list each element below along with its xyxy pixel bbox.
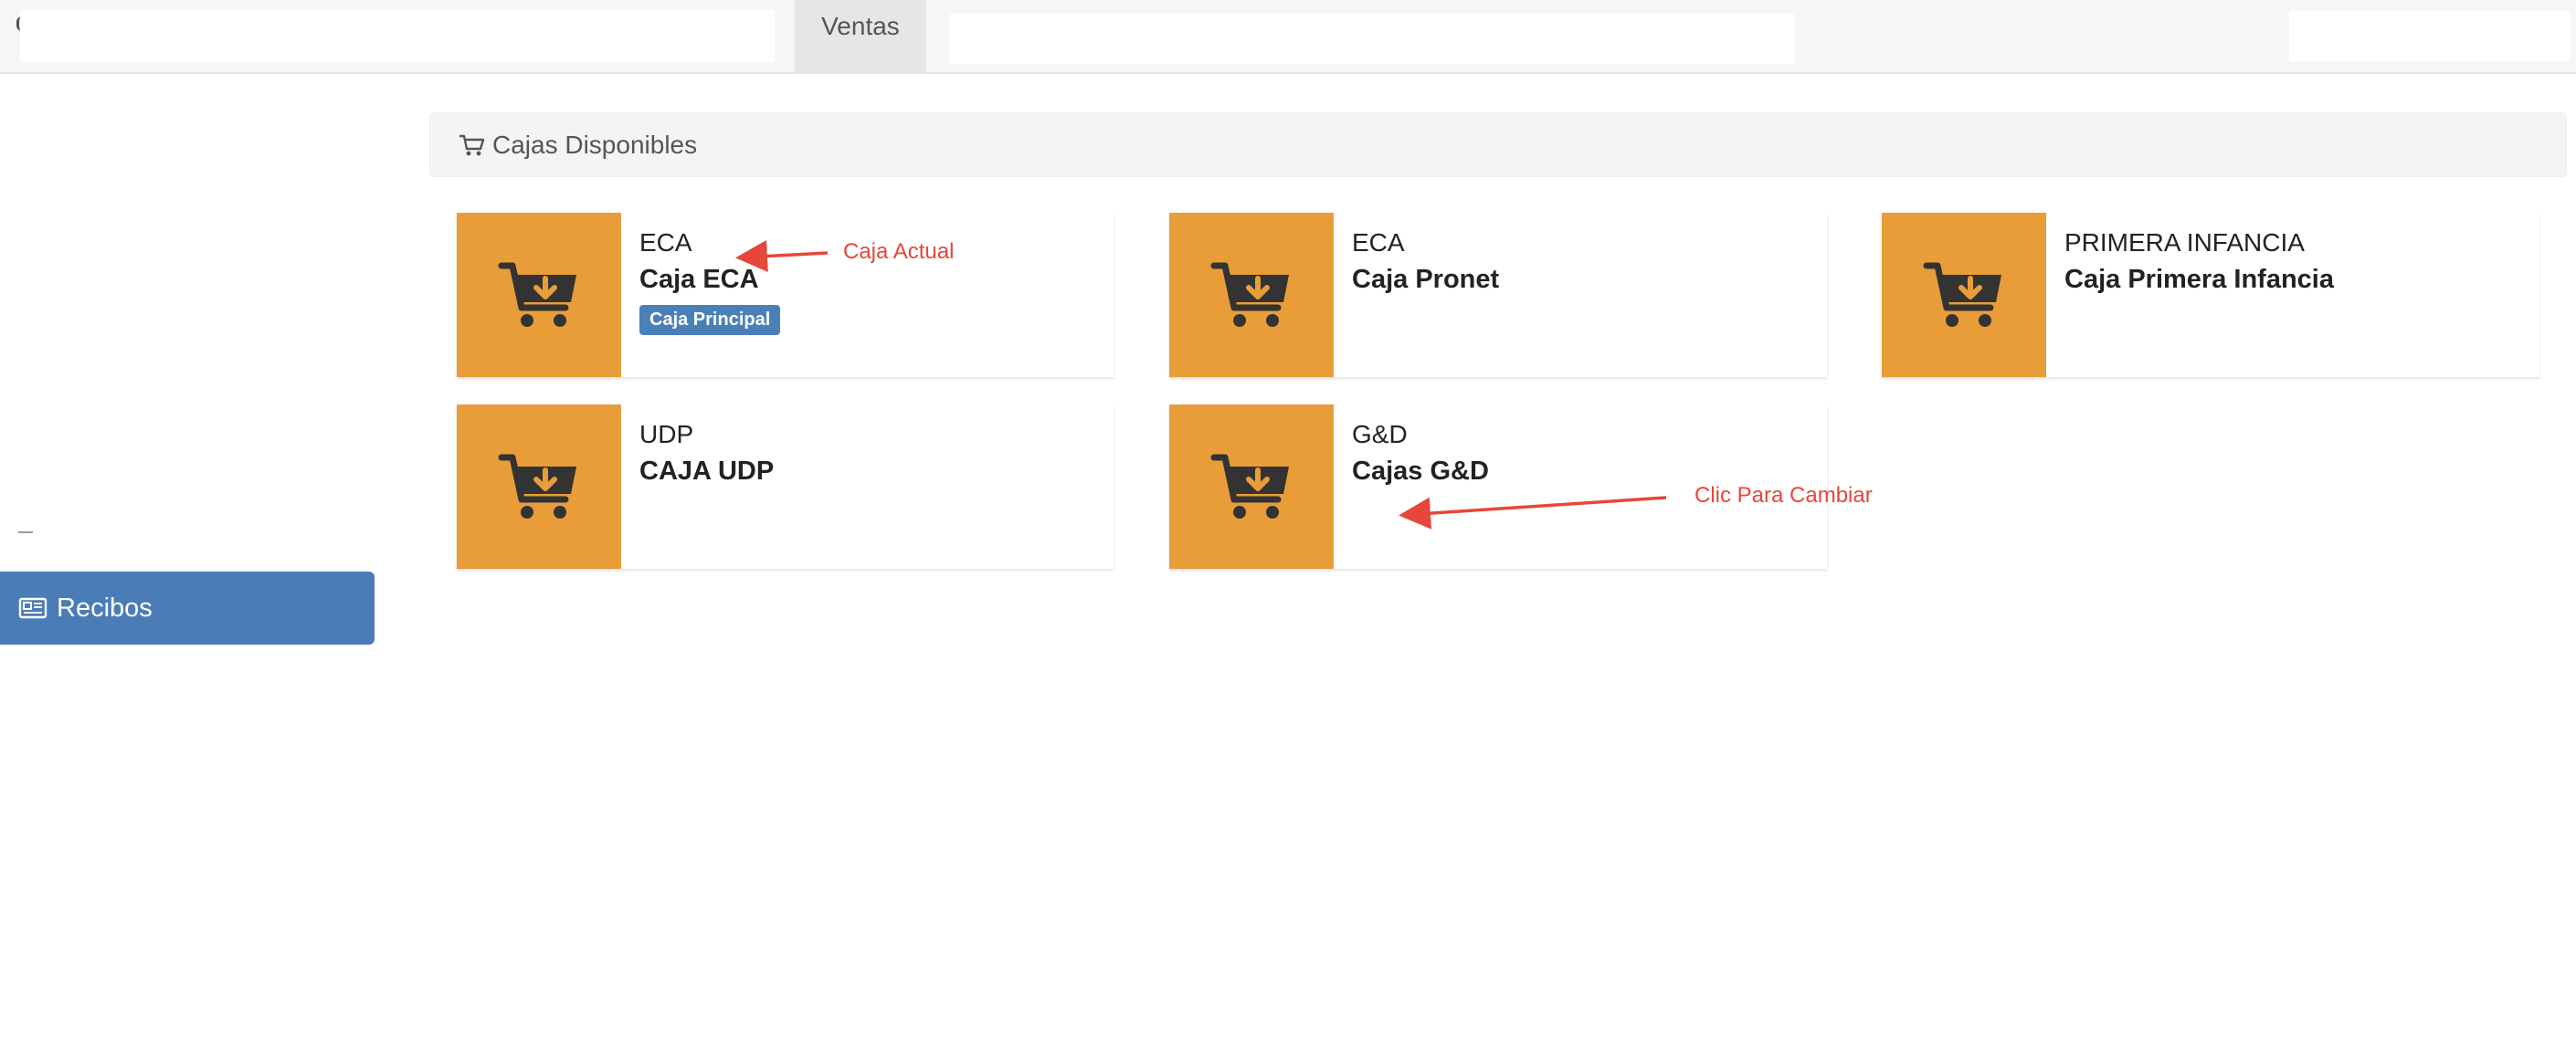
top-navbar: Ventas [0,0,2576,74]
box-name: Caja Primera Infancia [2064,264,2334,294]
box-name: CAJA UDP [639,456,775,486]
cart-download-icon [457,213,621,377]
box-name: Caja ECA [639,264,759,294]
sidebar-divider [18,531,33,533]
receipt-icon [18,597,48,619]
status-badge: Caja Principal [639,305,781,336]
box-company: PRIMERA INFANCIA [2064,228,2305,257]
box-company: G&D [1352,420,1408,448]
caja-box-udp[interactable]: UDP CAJA UDP [457,404,1114,569]
redacted-region [20,10,775,62]
annotation-change: Clic Para Cambiar [1694,483,1873,508]
cart-download-icon [1169,404,1334,569]
box-company: ECA [1352,228,1405,257]
cart-download-icon [457,404,621,569]
nav-tab-ventas[interactable]: Ventas [795,0,926,72]
redacted-region [950,13,1794,64]
annotation-current: Caja Actual [843,239,955,264]
sidebar-item-recibos[interactable]: Recibos [0,572,375,645]
caja-box-pronet[interactable]: ECA Caja Pronet [1169,213,1827,377]
caja-box-eca[interactable]: ECA Caja ECA Caja Principal [457,213,1114,377]
caja-box-primera-infancia[interactable]: PRIMERA INFANCIA Caja Primera Infancia [1882,213,2539,377]
cart-download-icon [1169,213,1334,377]
redacted-region [2289,11,2571,61]
box-name: Caja Pronet [1352,264,1500,294]
box-company: UDP [639,420,694,448]
panel-title: Cajas Disponibles [492,130,698,159]
cart-download-icon [1882,213,2046,377]
cart-icon [458,133,485,157]
panel-heading: Cajas Disponibles [429,112,2567,177]
sidebar-item-label: Recibos [57,593,153,623]
